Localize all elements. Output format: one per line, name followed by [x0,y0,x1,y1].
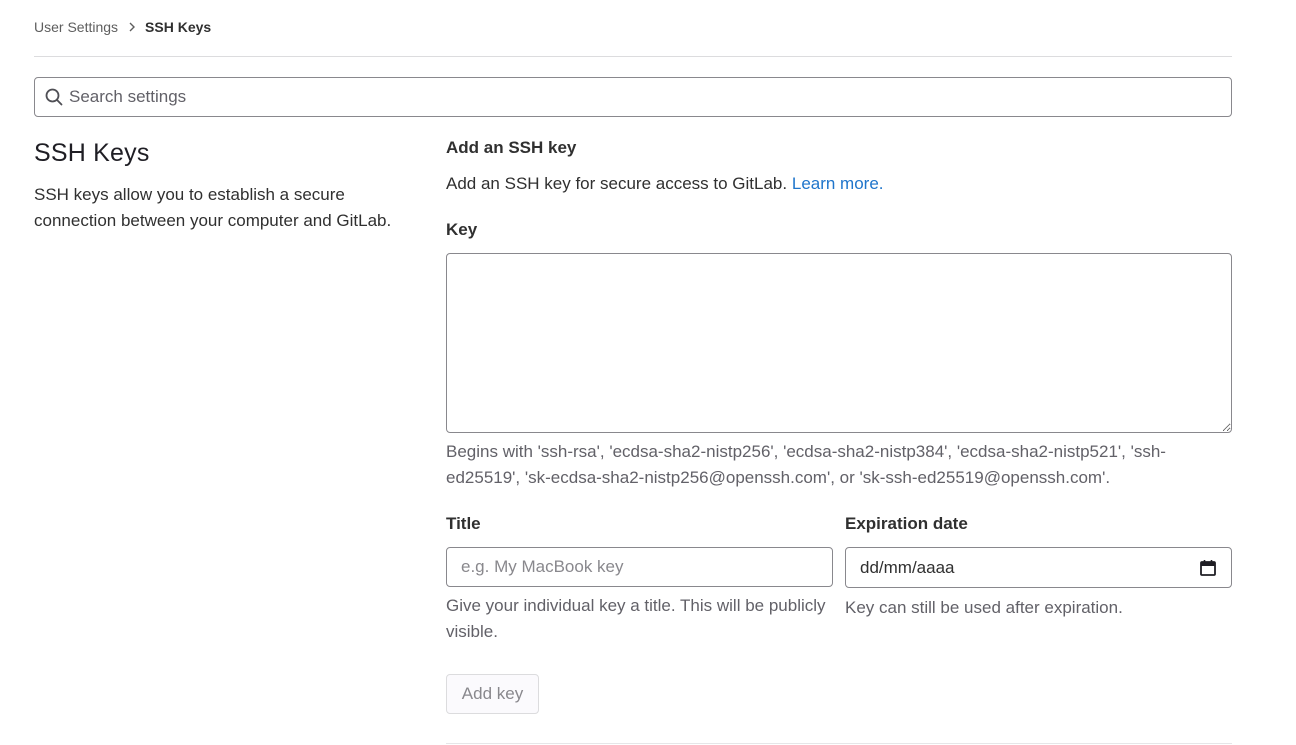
title-label: Title [446,514,481,533]
breadcrumb: User Settings SSH Keys [34,17,211,37]
breadcrumb-current: SSH Keys [145,19,212,35]
header-divider [34,56,1232,57]
title-help-text: Give your individual key a title. This w… [446,596,826,641]
page-title: SSH Keys [34,139,150,167]
title-input[interactable] [446,547,833,587]
section-divider [446,743,1232,744]
breadcrumb-user-settings[interactable]: User Settings [34,19,118,35]
page-description: SSH keys allow you to establish a secure… [34,185,392,230]
add-ssh-key-description: Add an SSH key for secure access to GitL… [446,174,884,194]
expiration-date-value: dd/mm/aaaa [860,557,955,577]
ssh-keys-page: User Settings SSH Keys SSH Keys SSH keys… [0,0,1296,745]
learn-more-link[interactable]: Learn more. [792,174,884,193]
expiration-date-label: Expiration date [845,514,968,533]
search-box[interactable] [34,77,1232,117]
calendar-icon[interactable] [1199,559,1217,577]
key-help-text: Begins with 'ssh-rsa', 'ecdsa-sha2-nistp… [446,442,1166,487]
add-key-button[interactable]: Add key [446,674,539,714]
add-ssh-key-heading: Add an SSH key [446,138,577,157]
search-input[interactable] [69,79,1209,115]
add-ssh-key-description-text: Add an SSH key for secure access to GitL… [446,174,788,193]
chevron-right-icon [128,22,136,32]
expiration-help-text: Key can still be used after expiration. [845,598,1123,617]
expiration-date-input[interactable]: dd/mm/aaaa [845,547,1232,588]
search-icon [45,88,63,106]
key-textarea[interactable] [446,253,1232,433]
key-label: Key [446,220,478,239]
